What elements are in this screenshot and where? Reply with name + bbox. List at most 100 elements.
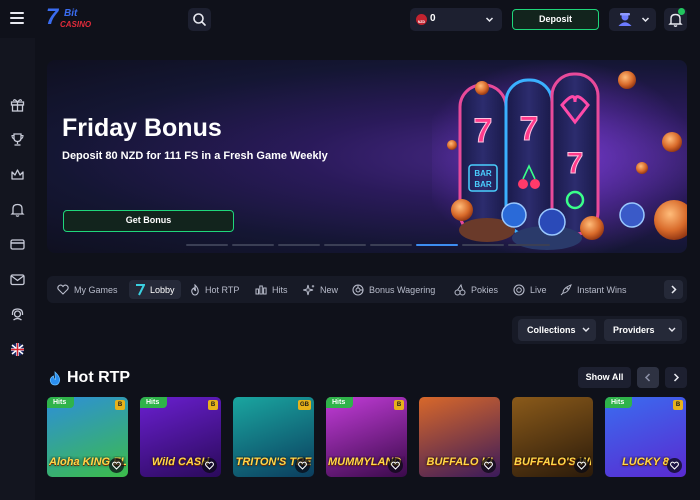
provider-badge: GB	[298, 400, 311, 410]
slot-machine-illustration: 7 7 7 BAR BAR	[432, 60, 687, 253]
mail-icon[interactable]	[9, 271, 26, 288]
logo-bit: Bit	[64, 8, 78, 19]
chevron-right-icon	[671, 285, 677, 294]
heart-icon	[577, 461, 586, 470]
show-all-button[interactable]: Show All	[578, 367, 631, 388]
bell-icon[interactable]	[9, 201, 26, 218]
heart-icon	[670, 461, 679, 470]
category-bar: My Games Lobby Hot RTP Hits New Bonus Wa…	[47, 276, 687, 303]
favorite-button[interactable]	[388, 458, 403, 473]
category-pokies[interactable]: Pokies	[454, 280, 498, 299]
profile-menu-button[interactable]	[609, 8, 656, 31]
cherries-icon	[454, 283, 466, 295]
credit-card-icon[interactable]	[9, 236, 26, 253]
chevron-down-icon	[668, 327, 676, 332]
favorite-button[interactable]	[295, 458, 310, 473]
category-bonus-wagering[interactable]: Bonus Wagering	[352, 280, 435, 299]
search-button[interactable]	[188, 8, 211, 31]
category-label: My Games	[74, 284, 118, 295]
category-scroll-right-button[interactable]	[664, 280, 683, 299]
next-button[interactable]	[665, 367, 687, 388]
user-avatar-icon	[618, 13, 632, 26]
svg-text:NZD: NZD	[418, 20, 426, 24]
previous-button[interactable]	[637, 367, 659, 388]
carousel-dot[interactable]	[462, 244, 504, 246]
sparkle-icon	[303, 284, 315, 295]
crown-icon[interactable]	[9, 166, 26, 183]
heart-icon	[205, 461, 214, 470]
favorite-button[interactable]	[481, 458, 496, 473]
category-new[interactable]: New	[303, 280, 338, 299]
balance-amount: 0	[430, 13, 436, 24]
carousel-dot[interactable]	[324, 244, 366, 246]
heart-gamepad-icon	[57, 284, 69, 295]
game-card[interactable]: Hits B Wild CASH	[140, 397, 221, 477]
favorite-button[interactable]	[574, 458, 589, 473]
live-chip-icon	[513, 283, 525, 296]
chevron-right-icon	[673, 373, 680, 382]
category-lobby[interactable]: Lobby	[129, 280, 181, 299]
category-label: Live	[530, 284, 547, 295]
promo-banner[interactable]: Friday Bonus Deposit 80 NZD for 111 FS i…	[47, 60, 687, 253]
balance-selector[interactable]: NZD 0	[410, 8, 502, 31]
bonus-wheel-icon	[352, 283, 364, 296]
game-card[interactable]: HitsBAloha KING ELVIS	[47, 397, 128, 477]
currency-badge: NZD	[416, 14, 427, 25]
game-card[interactable]: HitsBMUMMYLAND TREASURE	[326, 397, 407, 477]
trophy-icon[interactable]	[9, 131, 26, 148]
carousel-dot[interactable]	[370, 244, 412, 246]
category-label: Hits	[272, 284, 288, 295]
collections-dropdown[interactable]: Collections	[518, 319, 596, 341]
favorite-button[interactable]	[202, 458, 217, 473]
category-hits[interactable]: Hits	[255, 280, 288, 299]
banner-subtitle: Deposit 80 NZD for 111 FS in a Fresh Gam…	[62, 150, 328, 162]
filter-bar: Collections Providers	[512, 316, 687, 344]
sidebar	[0, 38, 35, 500]
carousel-dot[interactable]	[508, 244, 550, 246]
carousel-indicators	[186, 244, 550, 247]
notification-dot	[678, 8, 685, 15]
chevron-down-icon	[641, 17, 650, 23]
category-my-games[interactable]: My Games	[57, 280, 118, 299]
heart-icon	[112, 461, 121, 470]
language-flag-icon[interactable]	[9, 341, 26, 358]
notifications-button[interactable]	[664, 8, 687, 31]
carousel-dot[interactable]	[278, 244, 320, 246]
lobby-seven-icon	[136, 283, 145, 295]
providers-label: Providers	[613, 325, 655, 335]
favorite-button[interactable]	[109, 458, 124, 473]
carousel-dot[interactable]	[416, 244, 458, 246]
provider-badge: B	[394, 400, 404, 410]
provider-badge: B	[673, 400, 683, 410]
carousel-dot[interactable]	[186, 244, 228, 246]
flame-icon	[191, 283, 199, 296]
game-card[interactable]: BUFFALO KI	[419, 397, 500, 477]
category-label: Instant Wins	[577, 284, 627, 295]
flame-icon	[49, 370, 61, 385]
casino-logo[interactable]: 7 Bit CASINO	[46, 4, 91, 32]
top-bar: 7 Bit CASINO NZD 0 Deposit	[0, 0, 700, 38]
game-card[interactable]: Hits B LUCKY 8	[605, 397, 686, 477]
category-label: Bonus Wagering	[369, 284, 436, 295]
gift-icon[interactable]	[9, 96, 26, 113]
game-card[interactable]: BUFFALO'S WEALTH	[512, 397, 593, 477]
menu-icon[interactable]	[10, 12, 24, 24]
carousel-dot[interactable]	[232, 244, 274, 246]
category-hot-rtp[interactable]: Hot RTP	[190, 280, 239, 299]
category-instant-wins[interactable]: Instant Wins	[560, 280, 627, 299]
support-agent-icon[interactable]	[9, 306, 26, 323]
search-icon	[193, 13, 206, 26]
svg-text:7: 7	[474, 112, 493, 150]
providers-dropdown[interactable]: Providers	[604, 319, 682, 341]
favorite-button[interactable]	[667, 458, 682, 473]
category-live[interactable]: Live	[513, 280, 547, 299]
get-bonus-button[interactable]: Get Bonus	[63, 210, 234, 232]
deposit-button[interactable]: Deposit	[512, 9, 599, 30]
banner-title: Friday Bonus	[62, 114, 222, 142]
category-label: Hot RTP	[205, 284, 240, 295]
chevron-down-icon	[485, 17, 494, 23]
category-label: Lobby	[150, 284, 175, 295]
logo-seven: 7	[46, 4, 58, 29]
game-card[interactable]: GB TRITON'S TRE	[233, 397, 314, 477]
category-label: New	[320, 284, 339, 295]
